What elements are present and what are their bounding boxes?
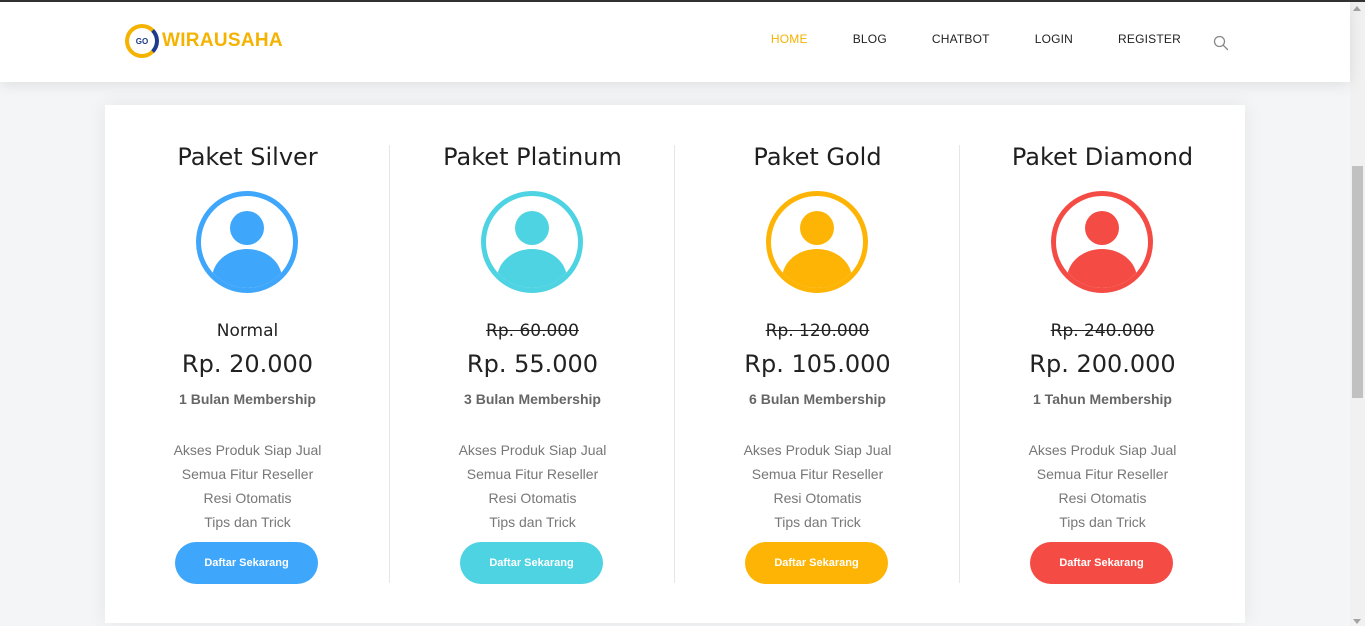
feature-item: Semua Fitur Reseller — [1036, 466, 1169, 482]
feature-item: Resi Otomatis — [488, 490, 577, 506]
search-icon-graphic — [1213, 35, 1229, 51]
price-current: Rp. 200.000 — [1029, 350, 1176, 378]
user-icon — [481, 191, 583, 293]
price-label: Normal — [216, 321, 279, 341]
feature-item: Akses Produk Siap Jual — [458, 442, 607, 458]
nav-chatbot[interactable]: CHATBOT — [932, 32, 990, 46]
feature-item: Tips dan Trick — [489, 514, 576, 530]
register-button-platinum[interactable]: Daftar Sekarang — [460, 542, 603, 584]
feature-list: Akses Produk Siap Jual Semua Fitur Resel… — [390, 438, 675, 534]
feature-list: Akses Produk Siap Jual Semua Fitur Resel… — [105, 438, 390, 534]
plan-card-gold: Paket Gold Rp. 120.000 Rp. 105.000 6 Bul… — [675, 105, 960, 623]
scroll-down-arrow-icon[interactable] — [1353, 619, 1361, 624]
membership-duration: 6 Bulan Membership — [749, 391, 886, 407]
feature-item: Semua Fitur Reseller — [181, 466, 314, 482]
register-button-diamond[interactable]: Daftar Sekarang — [1030, 542, 1173, 584]
plan-card-silver: Paket Silver Normal Rp. 20.000 1 Bulan M… — [105, 105, 390, 623]
logo-text: WIRAUSAHA — [162, 30, 283, 51]
plan-card-diamond: Paket Diamond Rp. 240.000 Rp. 200.000 1 … — [960, 105, 1245, 623]
feature-list: Akses Produk Siap Jual Semua Fitur Resel… — [675, 438, 960, 534]
logo-badge-text: GO — [135, 36, 149, 46]
scroll-up-arrow-icon[interactable] — [1353, 6, 1361, 11]
plan-title: Paket Platinum — [443, 143, 622, 171]
navbar: GO WIRAUSAHA HOME BLOG CHATBOT LOGIN REG… — [0, 2, 1350, 82]
main-nav: HOME BLOG CHATBOT LOGIN REGISTER — [726, 32, 1181, 46]
price-original: Rp. 120.000 — [765, 321, 870, 341]
price-current: Rp. 55.000 — [466, 350, 599, 378]
feature-item: Semua Fitur Reseller — [466, 466, 599, 482]
feature-item: Resi Otomatis — [773, 490, 862, 506]
plan-title: Paket Diamond — [1011, 143, 1194, 171]
logo-badge-icon: GO — [125, 24, 159, 58]
feature-item: Resi Otomatis — [203, 490, 292, 506]
vertical-scrollbar[interactable] — [1350, 2, 1365, 626]
user-icon — [196, 191, 298, 293]
feature-item: Tips dan Trick — [1059, 514, 1146, 530]
feature-item: Akses Produk Siap Jual — [1028, 442, 1177, 458]
feature-item: Akses Produk Siap Jual — [743, 442, 892, 458]
nav-blog[interactable]: BLOG — [853, 32, 887, 46]
feature-item: Semua Fitur Reseller — [751, 466, 884, 482]
feature-item: Tips dan Trick — [774, 514, 861, 530]
register-button-silver[interactable]: Daftar Sekarang — [175, 542, 318, 584]
membership-duration: 1 Bulan Membership — [179, 391, 316, 407]
price-original: Rp. 60.000 — [486, 321, 579, 341]
nav-register[interactable]: REGISTER — [1118, 32, 1181, 46]
price-current: Rp. 105.000 — [744, 350, 891, 378]
membership-duration: 3 Bulan Membership — [464, 391, 601, 407]
membership-duration: 1 Tahun Membership — [1033, 391, 1172, 407]
pricing-section: Paket Silver Normal Rp. 20.000 1 Bulan M… — [105, 105, 1245, 623]
feature-item: Akses Produk Siap Jual — [173, 442, 322, 458]
nav-login[interactable]: LOGIN — [1035, 32, 1073, 46]
price-original: Rp. 240.000 — [1050, 321, 1155, 341]
plan-title: Paket Silver — [177, 143, 318, 171]
register-button-gold[interactable]: Daftar Sekarang — [745, 542, 888, 584]
plan-title: Paket Gold — [753, 143, 882, 171]
search-icon[interactable] — [1213, 35, 1229, 51]
feature-list: Akses Produk Siap Jual Semua Fitur Resel… — [960, 438, 1245, 534]
price-current: Rp. 20.000 — [181, 350, 314, 378]
nav-home[interactable]: HOME — [771, 32, 808, 46]
feature-item: Tips dan Trick — [204, 514, 291, 530]
scrollbar-thumb[interactable] — [1352, 166, 1363, 398]
user-icon — [1051, 191, 1153, 293]
feature-item: Resi Otomatis — [1058, 490, 1147, 506]
plan-card-platinum: Paket Platinum Rp. 60.000 Rp. 55.000 3 B… — [390, 105, 675, 623]
site-logo[interactable]: GO WIRAUSAHA — [125, 24, 283, 58]
user-icon — [766, 191, 868, 293]
